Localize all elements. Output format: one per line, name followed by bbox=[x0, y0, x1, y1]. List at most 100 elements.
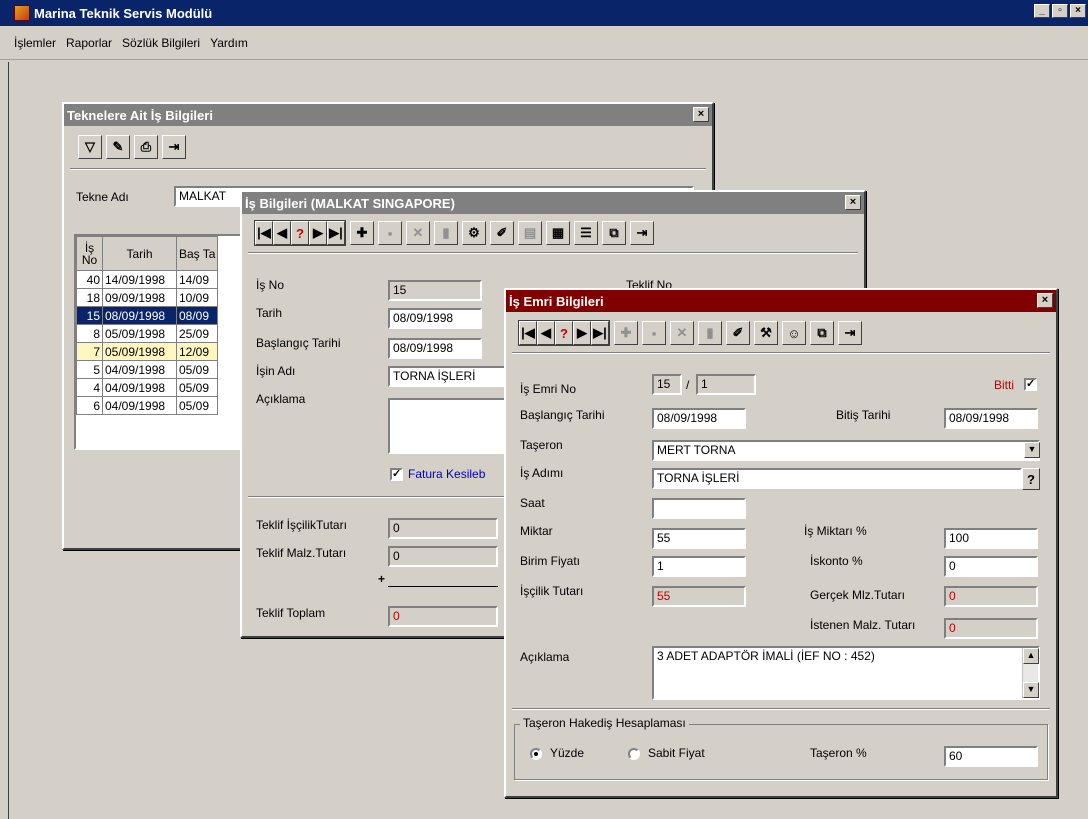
calendar-icon[interactable]: ▦ bbox=[546, 221, 570, 245]
aciklama-scrollbar[interactable]: ▲ ▼ bbox=[1022, 648, 1039, 698]
exit-icon[interactable]: ⇥ bbox=[162, 135, 186, 159]
window-title: İş Emri Bilgileri bbox=[509, 293, 604, 309]
tarih-field[interactable]: 08/09/1998 bbox=[388, 308, 482, 329]
is-adimi-label: İş Adımı bbox=[520, 466, 564, 480]
table-row[interactable]: 4 04/09/1998 05/09 bbox=[76, 378, 219, 397]
fatura-checkbox[interactable]: ✓ bbox=[390, 468, 403, 481]
prev-record-icon[interactable]: ◀ bbox=[273, 221, 291, 245]
menu-bar: İşlemler Raporlar Sözlük Bilgileri Yardı… bbox=[0, 26, 1088, 60]
next-record-icon[interactable]: ▶ bbox=[309, 221, 327, 245]
tarih-label: Tarih bbox=[256, 306, 283, 320]
window-titlebar: Teknelere Ait İş Bilgileri × bbox=[64, 104, 712, 126]
brush-icon[interactable]: ✐ bbox=[726, 321, 750, 345]
copy-icon[interactable]: ⧉ bbox=[602, 221, 626, 245]
aciklama-field[interactable]: 3 ADET ADAPTÖR İMALİ (İEF NO : 452) bbox=[652, 646, 1040, 700]
isin-adi-field[interactable]: TORNA İŞLERİ bbox=[388, 366, 508, 387]
saat-label: Saat bbox=[520, 496, 545, 510]
menu-yardim[interactable]: Yardım bbox=[210, 36, 248, 50]
baslangic-label: Başlangıç Tarihi bbox=[256, 336, 341, 350]
table-row-selected[interactable]: 15 08/09/1998 08/09 bbox=[76, 306, 219, 325]
aciklama-label: Açıklama bbox=[520, 650, 570, 664]
table-row[interactable]: 40 14/09/1998 14/09 bbox=[76, 270, 219, 289]
help-icon[interactable]: ? bbox=[291, 221, 309, 245]
teklif-toplam-label: Teklif Toplam bbox=[256, 606, 326, 620]
brush-icon[interactable]: ✐ bbox=[490, 221, 514, 245]
yuzde-radio[interactable] bbox=[530, 748, 542, 760]
iskonto-field[interactable]: 0 bbox=[944, 556, 1038, 577]
close-button[interactable]: × bbox=[1037, 293, 1053, 308]
filter-icon[interactable]: ▽ bbox=[78, 135, 102, 159]
istenen-label: İstenen Malz. Tutarı bbox=[810, 618, 916, 632]
is-emri-sub-field[interactable]: 1 bbox=[696, 374, 756, 395]
delete-icon[interactable]: ▮ bbox=[434, 221, 458, 245]
person-icon[interactable]: ☺ bbox=[782, 321, 806, 345]
menu-sozluk[interactable]: Sözlük Bilgileri bbox=[122, 36, 200, 50]
birim-field[interactable]: 1 bbox=[652, 556, 746, 577]
list-icon[interactable]: ☰ bbox=[574, 221, 598, 245]
is-adimi-field[interactable]: TORNA İŞLERİ bbox=[652, 468, 1022, 489]
close-button[interactable]: × bbox=[693, 107, 709, 122]
table-row-highlight[interactable]: 7 05/09/1998 12/09 bbox=[76, 342, 219, 361]
lookup-button[interactable]: ? bbox=[1022, 468, 1040, 490]
scroll-up-icon[interactable]: ▲ bbox=[1023, 648, 1039, 664]
first-record-icon[interactable]: |◀ bbox=[255, 221, 273, 245]
is-miktari-field[interactable]: 100 bbox=[944, 528, 1038, 549]
menu-raporlar[interactable]: Raporlar bbox=[66, 36, 112, 50]
table-row[interactable]: 18 09/09/1998 10/09 bbox=[76, 288, 219, 307]
aciklama-text: 3 ADET ADAPTÖR İMALİ (İEF NO : 452) bbox=[657, 649, 875, 663]
table-row[interactable]: 5 04/09/1998 05/09 bbox=[76, 360, 219, 379]
prev-record-icon[interactable]: ◀ bbox=[537, 321, 555, 345]
close-button[interactable]: × bbox=[845, 195, 861, 210]
teklif-toplam-field[interactable]: 0 bbox=[388, 606, 498, 627]
report-icon[interactable]: ▤ bbox=[518, 221, 542, 245]
is-emri-no-field[interactable]: 15 bbox=[652, 374, 682, 395]
baslangic-field[interactable]: 08/09/1998 bbox=[652, 408, 746, 429]
bitis-field[interactable]: 08/09/1998 bbox=[944, 408, 1038, 429]
sabit-fiyat-radio[interactable] bbox=[628, 748, 640, 760]
miktar-field[interactable]: 55 bbox=[652, 528, 746, 549]
save-icon[interactable]: ▪ bbox=[642, 321, 666, 345]
help-icon[interactable]: ? bbox=[555, 321, 573, 345]
bitti-checkbox[interactable]: ✓ bbox=[1024, 378, 1037, 391]
istenen-field[interactable]: 0 bbox=[944, 618, 1038, 639]
hakedis-label: Taşeron Hakediş Hesaplaması bbox=[520, 716, 689, 730]
save-icon[interactable]: ▪ bbox=[378, 221, 402, 245]
maximize-button[interactable]: ▫ bbox=[1052, 4, 1068, 18]
new-icon[interactable]: ✚ bbox=[614, 321, 638, 345]
minimize-button[interactable]: _ bbox=[1034, 4, 1050, 18]
teklif-iscilik-field[interactable]: 0 bbox=[388, 518, 498, 539]
saat-field[interactable] bbox=[652, 498, 746, 519]
exit-icon[interactable]: ⇥ bbox=[630, 221, 654, 245]
aciklama-field[interactable] bbox=[388, 398, 508, 454]
baslangic-label: Başlangıç Tarihi bbox=[520, 408, 605, 422]
chevron-down-icon[interactable]: ▼ bbox=[1024, 442, 1040, 458]
tools-icon[interactable]: ⚙ bbox=[462, 221, 486, 245]
iscilik-field[interactable]: 55 bbox=[652, 586, 746, 607]
delete-icon[interactable]: ▮ bbox=[698, 321, 722, 345]
last-record-icon[interactable]: ▶| bbox=[591, 321, 609, 345]
copy-icon[interactable]: ⧉ bbox=[810, 321, 834, 345]
gercek-field[interactable]: 0 bbox=[944, 586, 1038, 607]
slash: / bbox=[686, 378, 690, 392]
first-record-icon[interactable]: |◀ bbox=[519, 321, 537, 345]
hammer-icon[interactable]: ⚒ bbox=[754, 321, 778, 345]
baslangic-field[interactable]: 08/09/1998 bbox=[388, 338, 482, 359]
taseron-pct-field[interactable]: 60 bbox=[944, 746, 1038, 767]
table-row[interactable]: 6 04/09/1998 05/09 bbox=[76, 396, 219, 415]
exit-icon[interactable]: ⇥ bbox=[838, 321, 862, 345]
is-no-field[interactable]: 15 bbox=[388, 280, 482, 301]
close-button[interactable]: × bbox=[1070, 4, 1086, 18]
taseron-select[interactable]: MERT TORNA bbox=[652, 440, 1040, 461]
scroll-down-icon[interactable]: ▼ bbox=[1023, 682, 1039, 698]
table-row[interactable]: 8 05/09/1998 25/09 bbox=[76, 324, 219, 343]
edit-icon[interactable]: ✎ bbox=[106, 135, 130, 159]
cancel-icon[interactable]: ✕ bbox=[406, 221, 430, 245]
menu-islemler[interactable]: İşlemler bbox=[14, 36, 56, 50]
print-icon[interactable]: ⎙ bbox=[134, 135, 158, 159]
cancel-icon[interactable]: ✕ bbox=[670, 321, 694, 345]
teklif-malz-field[interactable]: 0 bbox=[388, 546, 498, 567]
last-record-icon[interactable]: ▶| bbox=[327, 221, 345, 245]
yuzde-label: Yüzde bbox=[550, 746, 585, 760]
new-icon[interactable]: ✚ bbox=[350, 221, 374, 245]
next-record-icon[interactable]: ▶ bbox=[573, 321, 591, 345]
